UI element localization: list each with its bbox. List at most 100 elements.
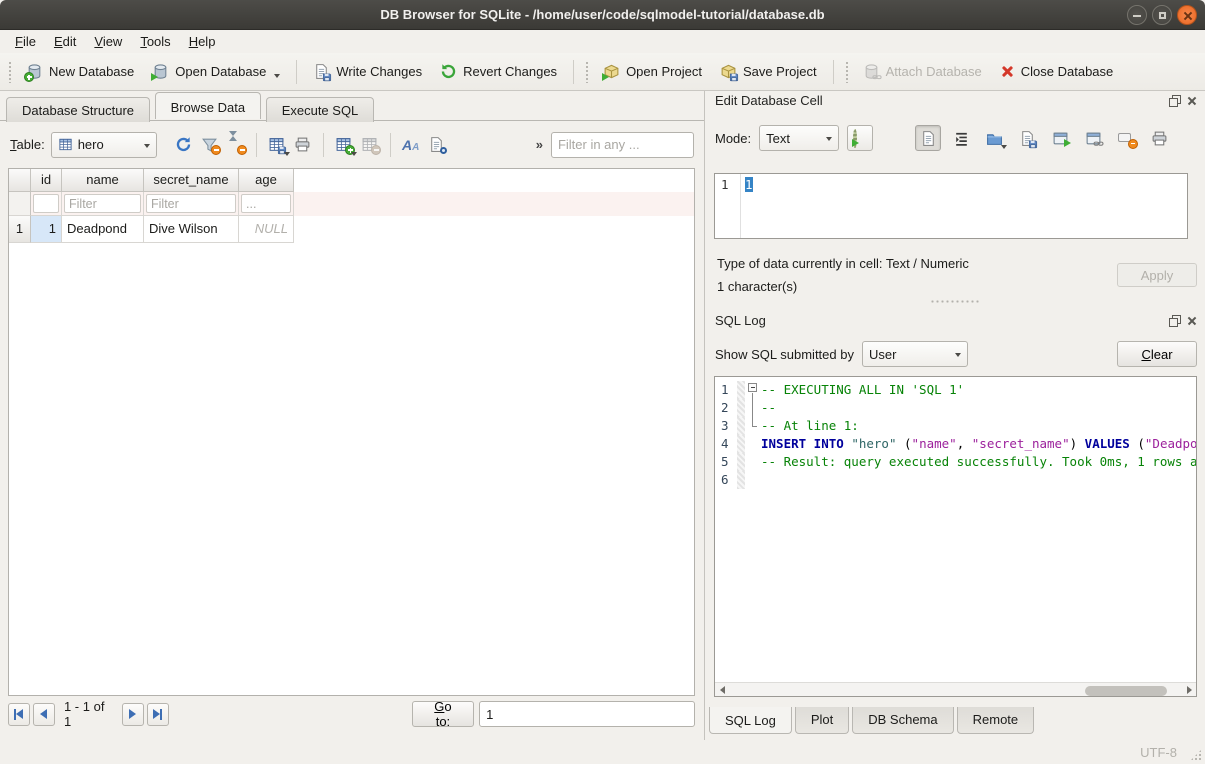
dock-splitter[interactable]	[930, 299, 980, 304]
resize-grip-icon[interactable]	[1190, 749, 1202, 761]
cell-age[interactable]: NULL	[239, 216, 294, 243]
toolbar-handle[interactable]	[8, 61, 13, 83]
menu-file[interactable]: File	[6, 32, 45, 51]
prev-page-button[interactable]	[33, 703, 55, 726]
toolbar-handle[interactable]	[585, 61, 590, 83]
sql-token: )	[1070, 436, 1085, 451]
save-table-button[interactable]	[264, 132, 290, 158]
column-header-name[interactable]: name	[62, 169, 144, 192]
set-null-icon	[1118, 130, 1135, 147]
scroll-right-icon	[1187, 686, 1192, 694]
dock-tab-sql-log[interactable]: SQL Log	[709, 707, 792, 734]
set-null-button[interactable]	[1113, 125, 1139, 151]
maximize-button[interactable]	[1152, 5, 1172, 25]
open-database-button[interactable]: Open Database	[143, 59, 289, 84]
write-changes-button[interactable]: Write Changes	[304, 59, 431, 84]
submitted-by-select[interactable]: User	[862, 341, 968, 367]
insert-record-button[interactable]	[331, 132, 357, 158]
sql-token: VALUES	[1085, 436, 1130, 451]
tab-browse-data[interactable]: Browse Data	[155, 92, 261, 119]
row-header[interactable]: 1	[9, 216, 31, 243]
toolbar-handle[interactable]	[845, 61, 850, 83]
first-page-button[interactable]	[8, 703, 30, 726]
encoding-label[interactable]: UTF-8	[1140, 745, 1177, 760]
horizontal-scrollbar[interactable]	[715, 682, 1196, 696]
goto-input[interactable]	[479, 701, 695, 727]
mode-select[interactable]: Text	[759, 125, 839, 151]
cell-secret-name[interactable]: Dive Wilson	[144, 216, 239, 243]
new-database-button[interactable]: New Database	[17, 59, 143, 84]
tab-database-structure[interactable]: Database Structure	[6, 97, 150, 122]
font-settings-button[interactable]: AA	[398, 132, 424, 158]
arrow-badge-icon	[1064, 139, 1071, 147]
last-page-button[interactable]	[147, 703, 169, 726]
delete-record-button[interactable]	[357, 132, 383, 158]
menu-help[interactable]: Help	[180, 32, 225, 51]
clear-sorting-button[interactable]	[223, 132, 249, 158]
filter-input-secret-name[interactable]	[146, 194, 236, 213]
clear-filters-button[interactable]	[197, 132, 223, 158]
menu-view[interactable]: View	[85, 32, 131, 51]
filter-any-input[interactable]	[551, 132, 694, 158]
print-table-button[interactable]	[290, 132, 316, 158]
toolbar-overflow-chevron[interactable]: »	[536, 137, 543, 152]
browse-toolbar: Table: hero	[0, 122, 704, 167]
cell-editor[interactable]: 1 1	[714, 173, 1188, 239]
dock-tab-plot[interactable]: Plot	[795, 707, 849, 734]
dock-tab-db-schema[interactable]: DB Schema	[852, 707, 953, 734]
print-cell-button[interactable]	[1146, 125, 1172, 151]
close-database-button[interactable]: Close Database	[991, 60, 1123, 83]
menu-tools[interactable]: Tools	[131, 32, 179, 51]
corner-header[interactable]	[9, 169, 31, 192]
scroll-right-button[interactable]	[1182, 683, 1196, 696]
goto-label: Go to:	[427, 699, 459, 729]
filter-row-header	[9, 192, 31, 216]
goto-button[interactable]: Go to:	[412, 701, 474, 727]
column-header-id[interactable]: id	[31, 169, 62, 192]
copy-link-button[interactable]	[1080, 125, 1106, 151]
filter-input-name[interactable]	[64, 194, 141, 213]
import-cell-data-button[interactable]	[981, 125, 1007, 151]
column-header-age[interactable]: age	[239, 169, 294, 192]
minimize-button[interactable]	[1127, 5, 1147, 25]
cell-id[interactable]: 1	[31, 216, 62, 243]
cell-name[interactable]: Deadpond	[62, 216, 144, 243]
column-header-secret-name[interactable]: secret_name	[144, 169, 239, 192]
float-icon[interactable]	[1168, 94, 1181, 107]
scrollbar-thumb[interactable]	[1085, 686, 1167, 696]
close-button[interactable]	[1177, 5, 1197, 25]
filter-input-id[interactable]	[33, 194, 59, 213]
apply-button[interactable]: Apply	[1117, 263, 1197, 287]
title-bar[interactable]: DB Browser for SQLite - /home/user/code/…	[0, 0, 1205, 30]
menu-edit[interactable]: Edit	[45, 32, 85, 51]
close-icon[interactable]	[1185, 94, 1198, 107]
table-select[interactable]: hero	[51, 132, 157, 158]
edit-cell-dock-buttons	[1168, 94, 1198, 107]
next-page-button[interactable]	[122, 703, 144, 726]
fold-margin	[737, 453, 745, 471]
new-database-icon	[26, 63, 43, 80]
filter-input-age[interactable]	[241, 194, 291, 213]
attach-database-button[interactable]: Attach Database	[854, 59, 991, 84]
save-project-button[interactable]: Save Project	[711, 59, 826, 84]
revert-changes-button[interactable]: Revert Changes	[431, 59, 566, 84]
dock-tab-remote[interactable]: Remote	[957, 707, 1035, 734]
open-project-button[interactable]: Open Project	[594, 59, 711, 84]
tab-execute-sql[interactable]: Execute SQL	[266, 97, 375, 122]
find-in-table-button[interactable]	[424, 132, 450, 158]
log-line: 3-- At line 1:	[715, 417, 1196, 435]
sql-log-view[interactable]: 1-- EXECUTING ALL IN 'SQL 1' 2-- 3-- At …	[714, 376, 1197, 697]
close-icon[interactable]	[1185, 314, 1198, 327]
text-document-toggle-button[interactable]	[915, 125, 941, 151]
chevron-down-icon	[1001, 145, 1007, 149]
auto-switch-mode-button[interactable]	[847, 125, 873, 151]
clear-button[interactable]: Clear	[1117, 341, 1197, 367]
export-cell-data-button[interactable]	[1014, 125, 1040, 151]
float-icon[interactable]	[1168, 314, 1181, 327]
sql-log-dock-buttons	[1168, 314, 1198, 327]
open-in-external-button[interactable]	[1047, 125, 1073, 151]
log-code: --	[761, 399, 1196, 417]
scroll-left-button[interactable]	[715, 683, 729, 696]
refresh-button[interactable]	[171, 132, 197, 158]
word-wrap-button[interactable]	[948, 125, 974, 151]
